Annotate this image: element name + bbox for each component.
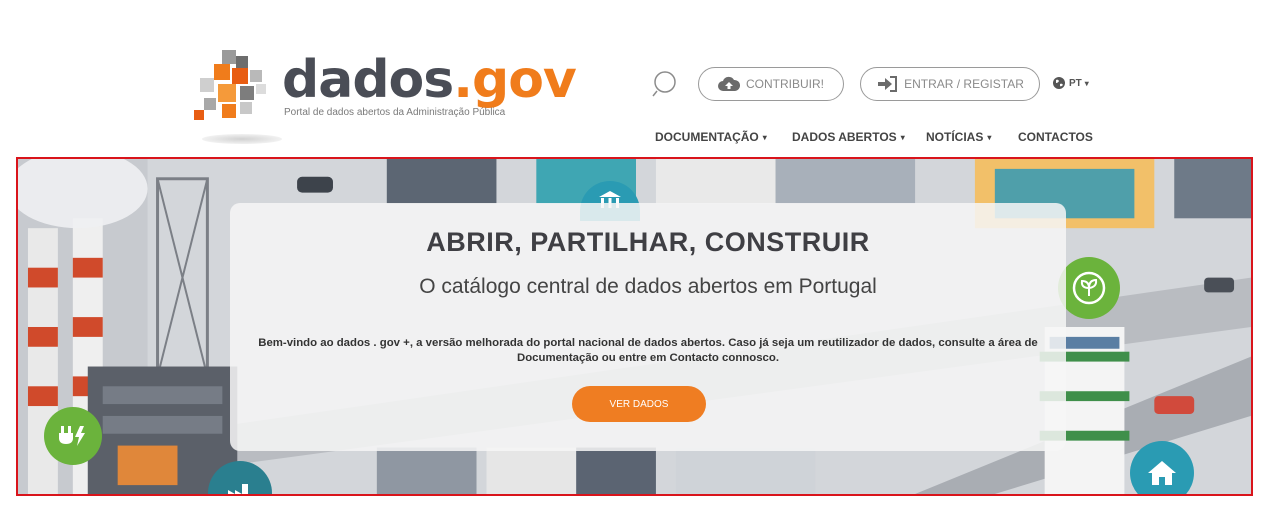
sign-in-icon bbox=[878, 76, 898, 92]
site-logo[interactable]: dados.gov Portal de dados abertos da Adm… bbox=[192, 48, 577, 148]
contribuir-button[interactable]: CONTRIBUIR! bbox=[698, 67, 844, 101]
hero-card: ABRIR, PARTILHAR, CONSTRUIR O catálogo c… bbox=[230, 203, 1066, 451]
hero-subtitle: O catálogo central de dados abertos em P… bbox=[419, 275, 877, 298]
nav-documentacao-label: DOCUMENTAÇÃO bbox=[655, 130, 759, 144]
ver-dados-button[interactable]: VER DADOS bbox=[572, 386, 706, 422]
nav-contactos-label: CONTACTOS bbox=[1018, 130, 1093, 144]
plug-icon bbox=[44, 407, 102, 465]
hero-description: Bem-vindo ao dados . gov +, a versão mel… bbox=[258, 337, 1038, 364]
hero-banner: ABRIR, PARTILHAR, CONSTRUIR O catálogo c… bbox=[16, 157, 1253, 496]
logo-wordmark: dados.gov bbox=[282, 50, 577, 110]
hero-title: ABRIR, PARTILHAR, CONSTRUIR bbox=[426, 227, 870, 257]
logo-word-dados: dados bbox=[282, 50, 454, 110]
nav-dados-abertos[interactable]: DADOS ABERTOS ▾ bbox=[792, 130, 905, 144]
contribuir-label: CONTRIBUIR! bbox=[746, 77, 824, 91]
logo-word-gov: .gov bbox=[453, 50, 577, 110]
chevron-down-icon: ▾ bbox=[987, 132, 992, 142]
language-label: PT bbox=[1069, 77, 1082, 89]
nav-documentacao[interactable]: DOCUMENTAÇÃO ▾ bbox=[655, 130, 767, 144]
entrar-registar-button[interactable]: ENTRAR / REGISTAR bbox=[860, 67, 1040, 101]
globe-icon bbox=[1053, 77, 1065, 89]
search-icon[interactable] bbox=[652, 70, 680, 98]
chevron-down-icon: ▾ bbox=[900, 132, 905, 142]
logo-cubes-icon bbox=[194, 50, 266, 120]
nav-noticias[interactable]: NOTÍCIAS ▾ bbox=[926, 130, 991, 144]
cloud-upload-icon bbox=[718, 76, 740, 91]
logo-shadow bbox=[202, 134, 282, 144]
plant-icon bbox=[1058, 257, 1120, 319]
entrar-registar-label: ENTRAR / REGISTAR bbox=[904, 77, 1024, 91]
nav-dados-abertos-label: DADOS ABERTOS bbox=[792, 130, 897, 144]
language-selector[interactable]: PT ▾ bbox=[1052, 76, 1089, 90]
logo-tagline: Portal de dados abertos da Administração… bbox=[284, 107, 506, 118]
chevron-down-icon: ▾ bbox=[1084, 78, 1089, 88]
nav-contactos[interactable]: CONTACTOS bbox=[1018, 130, 1093, 144]
chevron-down-icon: ▾ bbox=[762, 132, 767, 142]
nav-noticias-label: NOTÍCIAS bbox=[926, 130, 984, 144]
home-icon bbox=[1130, 441, 1194, 494]
